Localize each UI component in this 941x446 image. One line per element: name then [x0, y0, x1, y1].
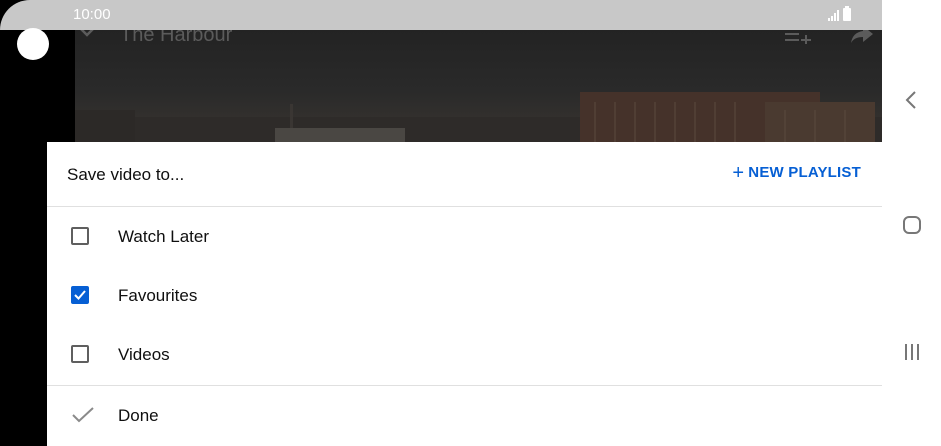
recents-icon[interactable] [903, 343, 921, 361]
share-icon[interactable] [851, 30, 873, 44]
signal-icon [828, 9, 839, 21]
status-bar: 10:00 [0, 0, 882, 30]
save-to-playlist-sheet: Save video to... + NEW PLAYLIST Watch La… [47, 142, 882, 446]
home-icon[interactable] [903, 216, 921, 234]
status-icons [828, 6, 851, 21]
done-check-icon [72, 407, 94, 423]
battery-icon [843, 6, 851, 21]
plus-icon: + [732, 161, 745, 184]
new-playlist-label: NEW PLAYLIST [748, 164, 861, 181]
done-label: Done [118, 406, 159, 425]
status-time: 10:00 [73, 6, 111, 23]
new-playlist-button[interactable]: + NEW PLAYLIST [732, 161, 861, 184]
add-to-queue-icon[interactable] [785, 30, 811, 44]
playlist-option-label: Videos [118, 345, 170, 364]
chevron-down-icon[interactable] [77, 30, 97, 38]
checkbox-unchecked-icon[interactable] [71, 345, 89, 363]
sheet-title: Save video to... [67, 165, 185, 184]
video-title: The Harbour [120, 30, 233, 46]
playlist-option-watch-later[interactable]: Watch Later [47, 208, 882, 266]
video-player[interactable]: The Harbour [75, 30, 882, 142]
system-nav-bar [882, 0, 941, 446]
playlist-option-videos[interactable]: Videos [47, 326, 882, 384]
done-button[interactable]: Done [47, 385, 882, 446]
sheet-header: Save video to... + NEW PLAYLIST [47, 142, 882, 207]
playlist-option-label: Watch Later [118, 227, 210, 246]
checkbox-checked-icon[interactable] [71, 286, 89, 304]
playlist-option-label: Favourites [118, 286, 198, 305]
checkmark-icon [74, 290, 86, 300]
camera-cutout [17, 28, 49, 60]
playlist-option-favourites[interactable]: Favourites [47, 267, 882, 325]
video-frame-skyline [75, 92, 882, 142]
checkbox-unchecked-icon[interactable] [71, 227, 89, 245]
back-icon[interactable] [905, 90, 917, 110]
phone-screen: 10:00 The Harbour Save video to... + NEW… [0, 0, 941, 446]
